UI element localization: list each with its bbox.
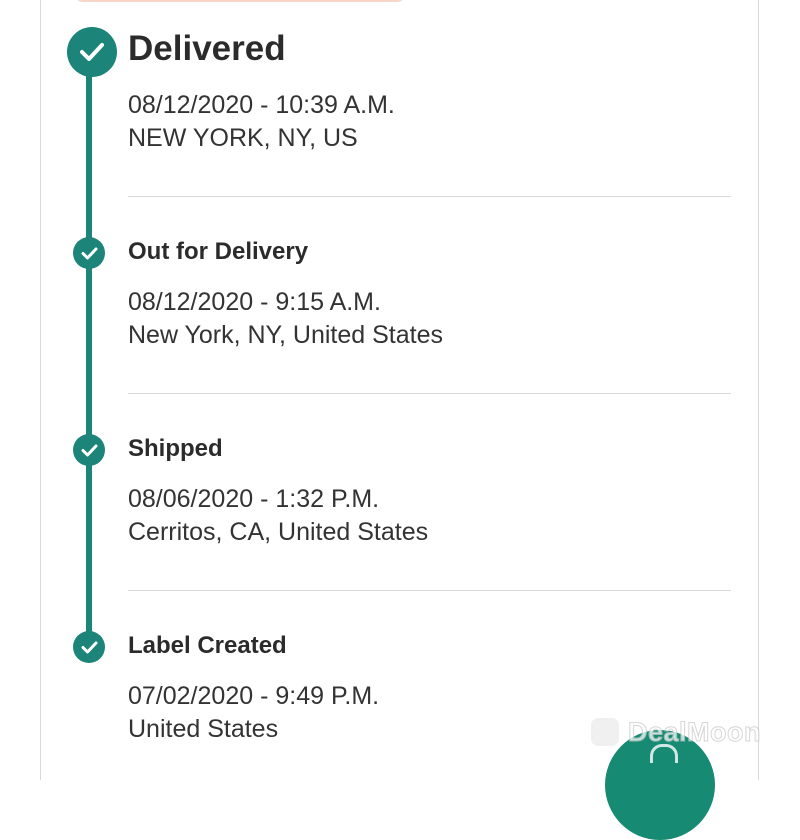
event-location: Cerritos, CA, United States xyxy=(128,518,429,546)
divider xyxy=(128,393,731,394)
event-datetime: 08/06/2020 - 1:32 P.M. xyxy=(128,485,380,513)
event-datetime: 08/12/2020 - 9:15 A.M. xyxy=(128,288,381,316)
timeline-line xyxy=(86,52,92,648)
divider xyxy=(128,590,731,591)
watermark-logo xyxy=(588,715,622,749)
top-accent-bar xyxy=(75,0,405,2)
event-status: Delivered xyxy=(128,29,286,68)
timeline-event-delivered: Delivered 08/12/2020 - 10:39 A.M. NEW YO… xyxy=(128,29,395,155)
event-datetime: 07/02/2020 - 9:49 P.M. xyxy=(128,682,380,710)
event-status: Out for Delivery xyxy=(128,238,309,265)
event-location: New York, NY, United States xyxy=(128,321,443,349)
event-status: Label Created xyxy=(128,632,287,659)
timeline-event-out-for-delivery: Out for Delivery 08/12/2020 - 9:15 A.M. … xyxy=(128,238,443,352)
event-location: NEW YORK, NY, US xyxy=(128,124,358,152)
check-circle-icon xyxy=(73,434,105,466)
event-location: United States xyxy=(128,715,279,743)
event-datetime: 08/12/2020 - 10:39 A.M. xyxy=(128,91,395,119)
check-circle-icon xyxy=(73,631,105,663)
watermark-text: DealMoon xyxy=(627,716,762,747)
watermark: DealMoon xyxy=(588,712,761,752)
check-circle-icon xyxy=(73,237,105,269)
timeline-event-shipped: Shipped 08/06/2020 - 1:32 P.M. Cerritos,… xyxy=(128,435,428,549)
divider xyxy=(128,196,731,197)
event-status: Shipped xyxy=(128,435,223,462)
timeline-event-label-created: Label Created 07/02/2020 - 9:49 P.M. Uni… xyxy=(128,632,379,746)
check-circle-icon xyxy=(67,27,117,77)
